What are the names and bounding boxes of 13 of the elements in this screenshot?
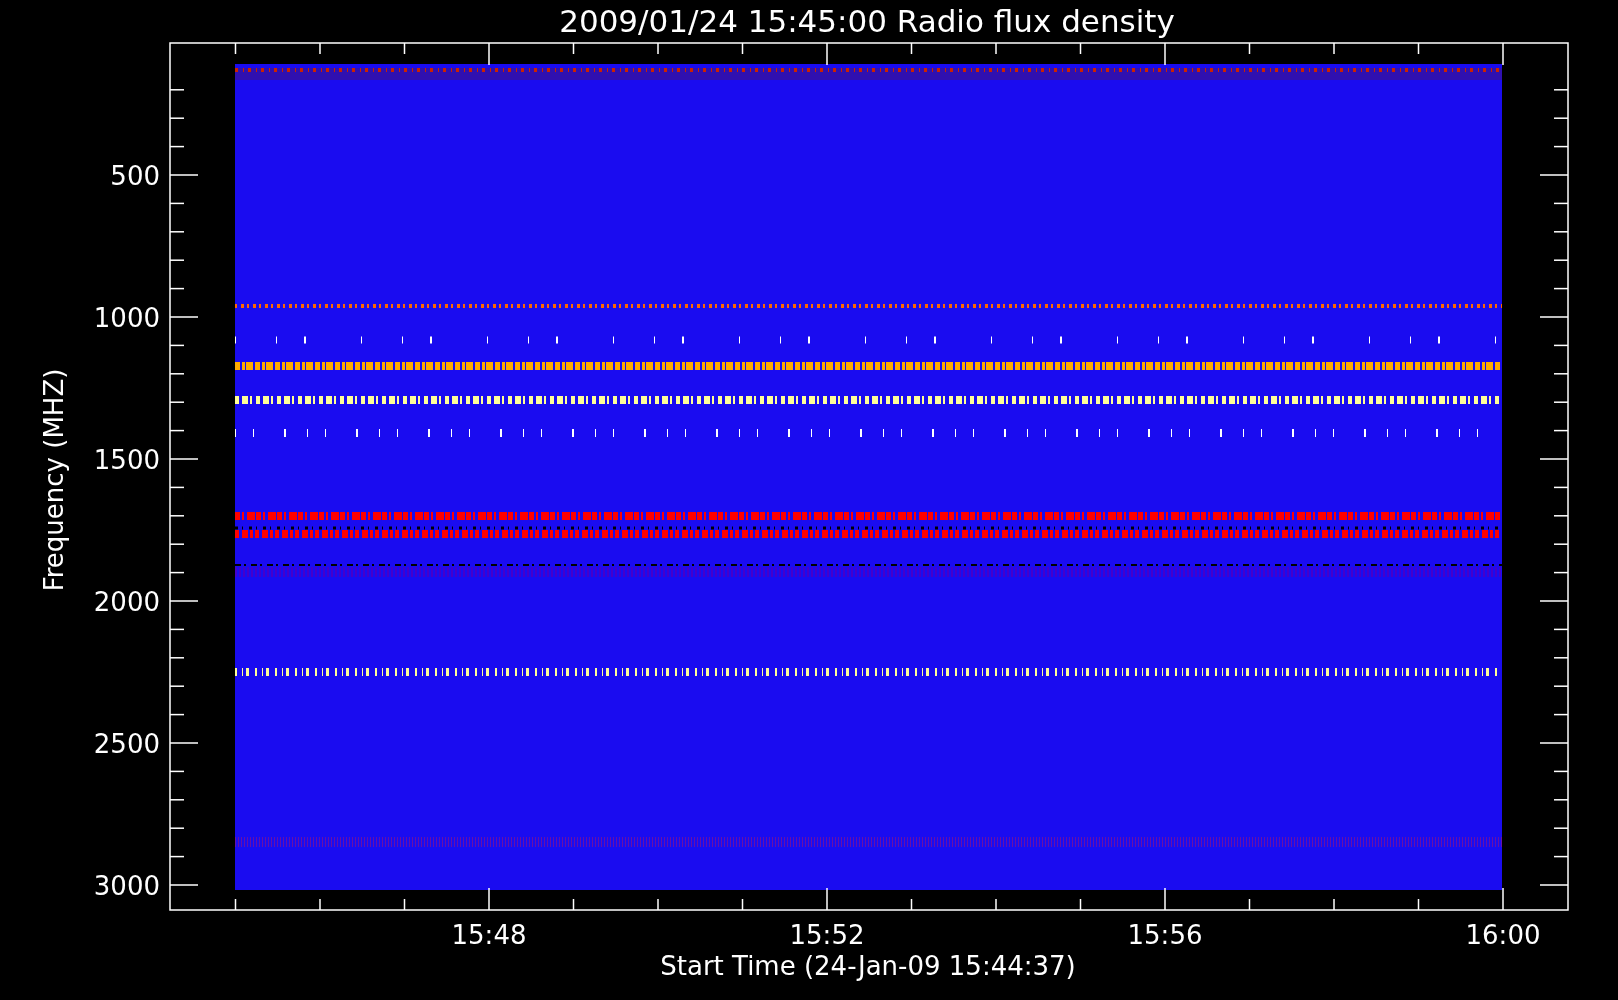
- x-axis-label: Start Time (24-Jan-09 15:44:37): [660, 951, 1076, 981]
- x-tick-label: 15:48: [451, 920, 527, 950]
- x-tick-label: 15:56: [1127, 920, 1203, 950]
- y-tick-label: 3000: [93, 871, 160, 901]
- y-tick-label: 1500: [93, 445, 160, 475]
- y-tick-label: 500: [110, 161, 160, 191]
- y-tick-label: 2500: [93, 729, 160, 759]
- y-tick-label: 1000: [93, 303, 160, 333]
- y-axis-label: Frequency (MHZ): [39, 368, 69, 592]
- plot-title: 2009/01/24 15:45:00 Radio flux density: [559, 3, 1175, 39]
- y-tick-label: 2000: [93, 587, 160, 617]
- x-tick-label: 16:00: [1465, 920, 1541, 950]
- x-tick-label: 15:52: [789, 920, 865, 950]
